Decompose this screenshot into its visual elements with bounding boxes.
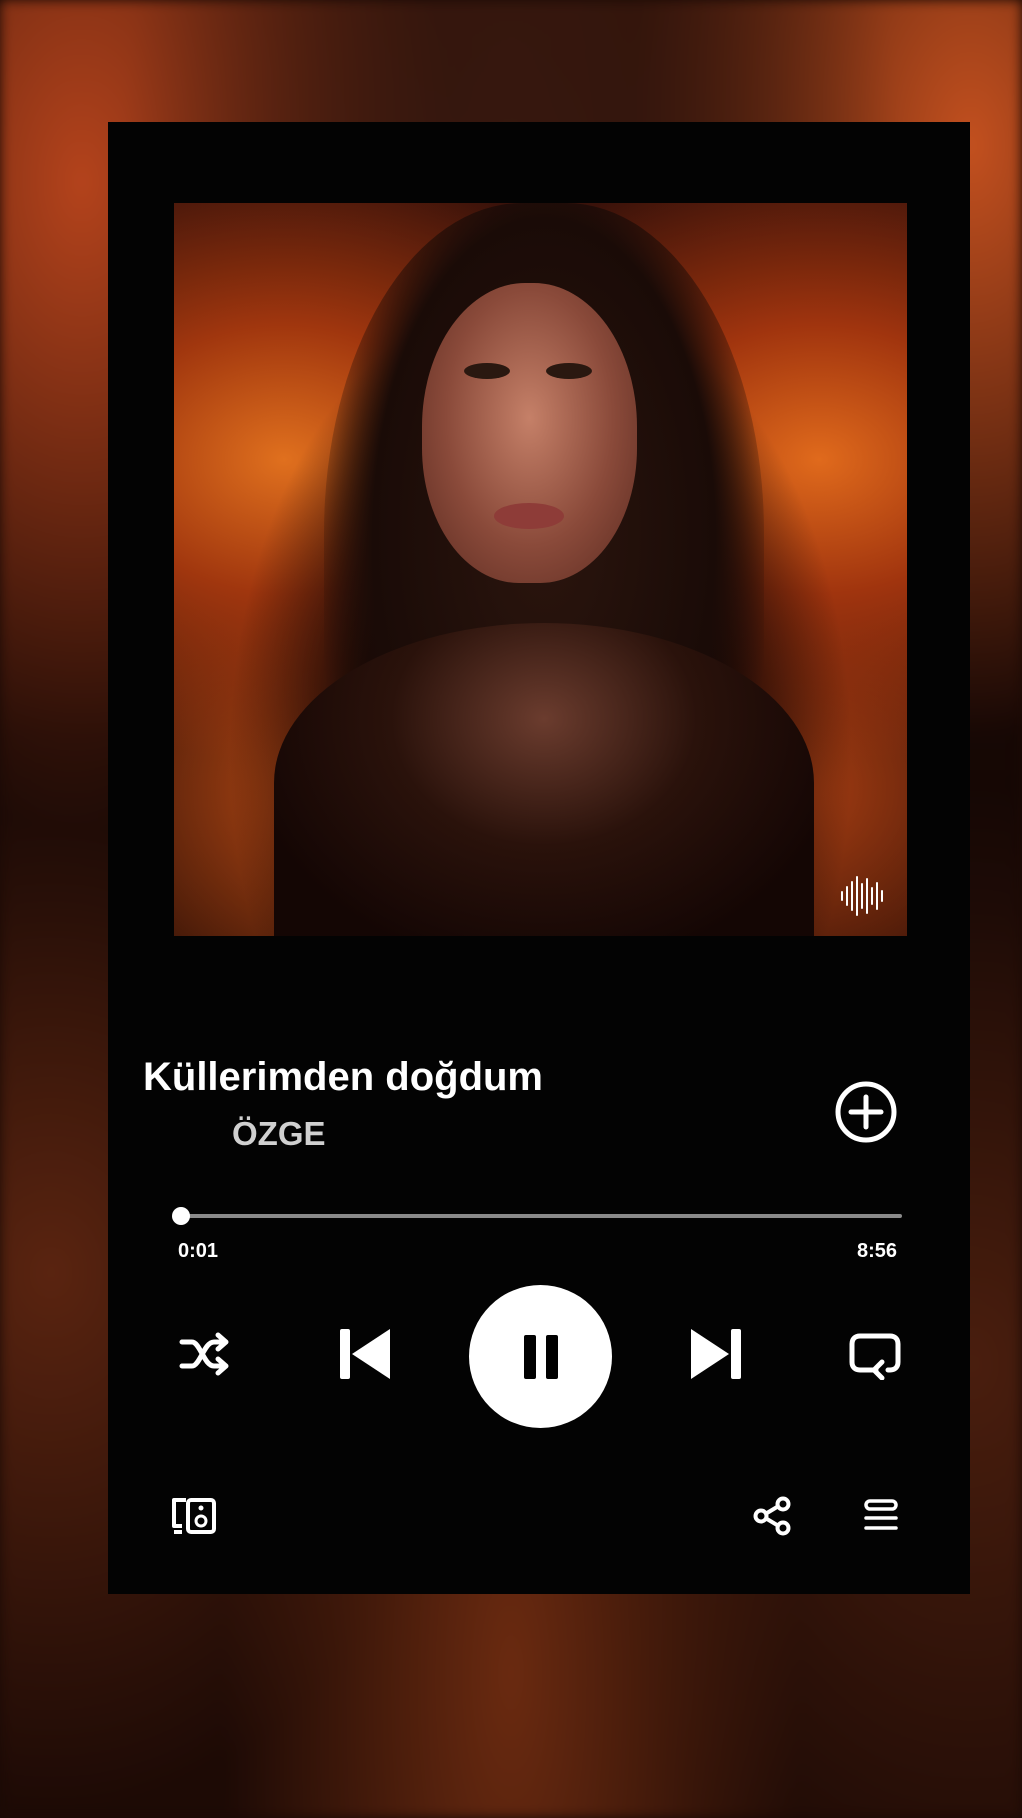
album-art-figure xyxy=(274,623,814,936)
album-art-eye xyxy=(546,363,592,379)
progress-bar[interactable] xyxy=(172,1207,902,1225)
shuffle-icon[interactable] xyxy=(178,1330,232,1378)
album-art-eye xyxy=(464,363,510,379)
devices-icon[interactable] xyxy=(170,1496,218,1536)
total-duration: 8:56 xyxy=(857,1240,898,1262)
elapsed-time: 0:01 xyxy=(178,1240,219,1262)
repeat-icon[interactable] xyxy=(848,1330,902,1380)
artist-name[interactable]: ÖZGE xyxy=(232,1115,326,1153)
skip-next-icon[interactable] xyxy=(689,1325,743,1383)
pause-icon xyxy=(524,1335,558,1379)
album-art-face xyxy=(422,283,637,583)
soundwave-icon xyxy=(841,874,889,918)
album-art xyxy=(174,203,907,936)
track-title: Küllerimden doğdum xyxy=(143,1055,543,1099)
pause-button[interactable] xyxy=(469,1285,612,1428)
queue-icon[interactable] xyxy=(862,1498,900,1536)
share-icon[interactable] xyxy=(752,1496,792,1536)
skip-previous-icon[interactable] xyxy=(338,1325,392,1383)
album-art-lips xyxy=(494,503,564,529)
add-circle-icon[interactable] xyxy=(834,1080,898,1144)
